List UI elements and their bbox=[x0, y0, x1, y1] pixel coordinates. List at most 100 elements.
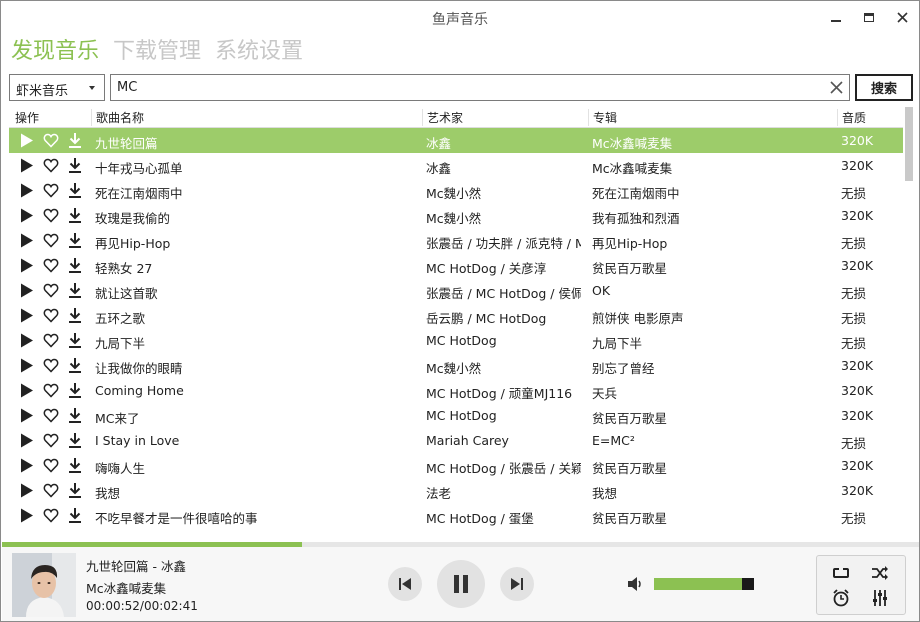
play-icon[interactable] bbox=[19, 132, 35, 149]
previous-button[interactable] bbox=[388, 567, 422, 601]
playback-options-panel bbox=[816, 555, 906, 615]
table-row[interactable]: 嗨嗨人生 MC HotDog / 张震岳 / 关颖 贫民百万歌星 320K bbox=[9, 453, 903, 478]
download-icon[interactable] bbox=[67, 482, 83, 499]
download-icon[interactable] bbox=[67, 182, 83, 199]
heart-icon[interactable] bbox=[43, 357, 59, 374]
play-icon[interactable] bbox=[19, 232, 35, 249]
table-row[interactable]: 让我做你的眼睛 Mc魏小然 别忘了曾经 320K bbox=[9, 353, 903, 378]
table-row[interactable]: 十年戎马心孤单 冰鑫 Mc冰鑫喊麦集 320K bbox=[9, 153, 903, 178]
download-icon[interactable] bbox=[67, 407, 83, 424]
table-row[interactable]: 不吃早餐才是一件很嘻哈的事 MC HotDog / 蛋堡 贫民百万歌星 无损 bbox=[9, 503, 903, 528]
maximize-button[interactable] bbox=[860, 9, 878, 25]
table-row[interactable]: 玫瑰是我偷的 Mc魏小然 我有孤独和烈酒 320K bbox=[9, 203, 903, 228]
heart-icon[interactable] bbox=[43, 257, 59, 274]
download-icon[interactable] bbox=[67, 232, 83, 249]
play-icon[interactable] bbox=[19, 382, 35, 399]
heart-icon[interactable] bbox=[43, 132, 59, 149]
column-header-album[interactable]: 专辑 bbox=[588, 109, 617, 126]
tab-download-manager[interactable]: 下载管理 bbox=[113, 37, 201, 69]
download-icon[interactable] bbox=[67, 307, 83, 324]
heart-icon[interactable] bbox=[43, 157, 59, 174]
play-icon[interactable] bbox=[19, 507, 35, 524]
song-table: 操作 歌曲名称 艺术家 专辑 音质 九世轮回篇 冰鑫 Mc冰鑫喊麦集 320K 十年戎马… bbox=[9, 105, 903, 533]
song-quality: 无损 bbox=[841, 311, 867, 326]
table-row[interactable]: 就让这首歌 张震岳 / MC HotDog / 侯佩 OK 无损 bbox=[9, 278, 903, 303]
shuffle-button[interactable] bbox=[869, 563, 891, 583]
play-icon[interactable] bbox=[19, 432, 35, 449]
table-row[interactable]: 再见Hip-Hop 张震岳 / 功夫胖 / 派克特 / M 再见Hip-Hop 无损 bbox=[9, 228, 903, 253]
download-icon[interactable] bbox=[67, 157, 83, 174]
download-icon[interactable] bbox=[67, 457, 83, 474]
table-row[interactable]: I Stay in Love Mariah Carey E=MC² 无损 bbox=[9, 428, 903, 453]
play-icon[interactable] bbox=[19, 482, 35, 499]
volume-slider[interactable] bbox=[654, 578, 754, 590]
column-header-artist[interactable]: 艺术家 bbox=[422, 109, 463, 126]
heart-icon[interactable] bbox=[43, 482, 59, 499]
play-icon[interactable] bbox=[19, 457, 35, 474]
download-icon[interactable] bbox=[67, 207, 83, 224]
play-icon[interactable] bbox=[19, 282, 35, 299]
play-icon[interactable] bbox=[19, 332, 35, 349]
song-album: Mc冰鑫喊麦集 bbox=[592, 161, 673, 176]
column-header-song-name[interactable]: 歌曲名称 bbox=[91, 109, 144, 126]
heart-icon[interactable] bbox=[43, 382, 59, 399]
play-icon[interactable] bbox=[19, 182, 35, 199]
close-button[interactable] bbox=[893, 9, 911, 25]
search-button[interactable]: 搜索 bbox=[855, 74, 913, 101]
download-icon[interactable] bbox=[67, 507, 83, 524]
download-icon[interactable] bbox=[67, 132, 83, 149]
table-row[interactable]: 我想 法老 我想 320K bbox=[9, 478, 903, 503]
download-icon[interactable] bbox=[67, 432, 83, 449]
download-icon[interactable] bbox=[67, 257, 83, 274]
heart-icon[interactable] bbox=[43, 507, 59, 524]
heart-icon[interactable] bbox=[43, 432, 59, 449]
heart-icon[interactable] bbox=[43, 457, 59, 474]
repeat-button[interactable] bbox=[830, 563, 852, 583]
play-icon[interactable] bbox=[19, 357, 35, 374]
heart-icon[interactable] bbox=[43, 332, 59, 349]
table-row[interactable]: 五环之歌 岳云鹏 / MC HotDog 煎饼侠 电影原声 无损 bbox=[9, 303, 903, 328]
play-icon[interactable] bbox=[19, 257, 35, 274]
tab-system-settings[interactable]: 系统设置 bbox=[215, 37, 303, 69]
table-scrollbar[interactable] bbox=[903, 105, 915, 533]
table-row[interactable]: 轻熟女 27 MC HotDog / 关彦淳 贫民百万歌星 320K bbox=[9, 253, 903, 278]
song-album: 贫民百万歌星 bbox=[592, 511, 668, 526]
search-input[interactable] bbox=[111, 75, 811, 100]
heart-icon[interactable] bbox=[43, 282, 59, 299]
table-row[interactable]: Coming Home MC HotDog / 顽童MJ116 天兵 320K bbox=[9, 378, 903, 403]
song-artist: MC HotDog / 蛋堡 bbox=[426, 511, 534, 526]
song-quality: 无损 bbox=[841, 286, 867, 301]
play-icon[interactable] bbox=[19, 157, 35, 174]
music-source-select[interactable]: 虾米音乐 bbox=[9, 74, 105, 101]
tab-discover-music[interactable]: 发现音乐 bbox=[11, 37, 99, 69]
heart-icon[interactable] bbox=[43, 182, 59, 199]
song-artist: 张震岳 / MC HotDog / 侯佩 bbox=[426, 286, 581, 301]
download-icon[interactable] bbox=[67, 332, 83, 349]
next-button[interactable] bbox=[500, 567, 534, 601]
table-row[interactable]: 九世轮回篇 冰鑫 Mc冰鑫喊麦集 320K bbox=[9, 128, 903, 153]
play-icon[interactable] bbox=[19, 207, 35, 224]
table-row[interactable]: 九局下半 MC HotDog 九局下半 无损 bbox=[9, 328, 903, 353]
play-icon[interactable] bbox=[19, 307, 35, 324]
playback-time: 00:00:52/00:02:41 bbox=[86, 599, 198, 613]
equalizer-button[interactable] bbox=[869, 588, 891, 608]
play-icon[interactable] bbox=[19, 407, 35, 424]
clear-icon[interactable] bbox=[828, 79, 845, 96]
song-album: Mc冰鑫喊麦集 bbox=[592, 136, 673, 151]
table-body: 九世轮回篇 冰鑫 Mc冰鑫喊麦集 320K 十年戎马心孤单 冰鑫 Mc冰鑫喊麦集 320K 死在… bbox=[9, 128, 903, 528]
download-icon[interactable] bbox=[67, 357, 83, 374]
pause-button[interactable] bbox=[437, 560, 485, 608]
volume-icon[interactable] bbox=[626, 575, 644, 593]
heart-icon[interactable] bbox=[43, 232, 59, 249]
heart-icon[interactable] bbox=[43, 207, 59, 224]
timer-button[interactable] bbox=[830, 588, 852, 608]
table-row[interactable]: MC来了 MC HotDog 贫民百万歌星 320K bbox=[9, 403, 903, 428]
column-header-quality[interactable]: 音质 bbox=[837, 109, 866, 126]
heart-icon[interactable] bbox=[43, 407, 59, 424]
minimize-button[interactable] bbox=[827, 9, 845, 25]
heart-icon[interactable] bbox=[43, 307, 59, 324]
download-icon[interactable] bbox=[67, 382, 83, 399]
download-icon[interactable] bbox=[67, 282, 83, 299]
scrollbar-thumb[interactable] bbox=[905, 107, 913, 181]
table-row[interactable]: 死在江南烟雨中 Mc魏小然 死在江南烟雨中 无损 bbox=[9, 178, 903, 203]
